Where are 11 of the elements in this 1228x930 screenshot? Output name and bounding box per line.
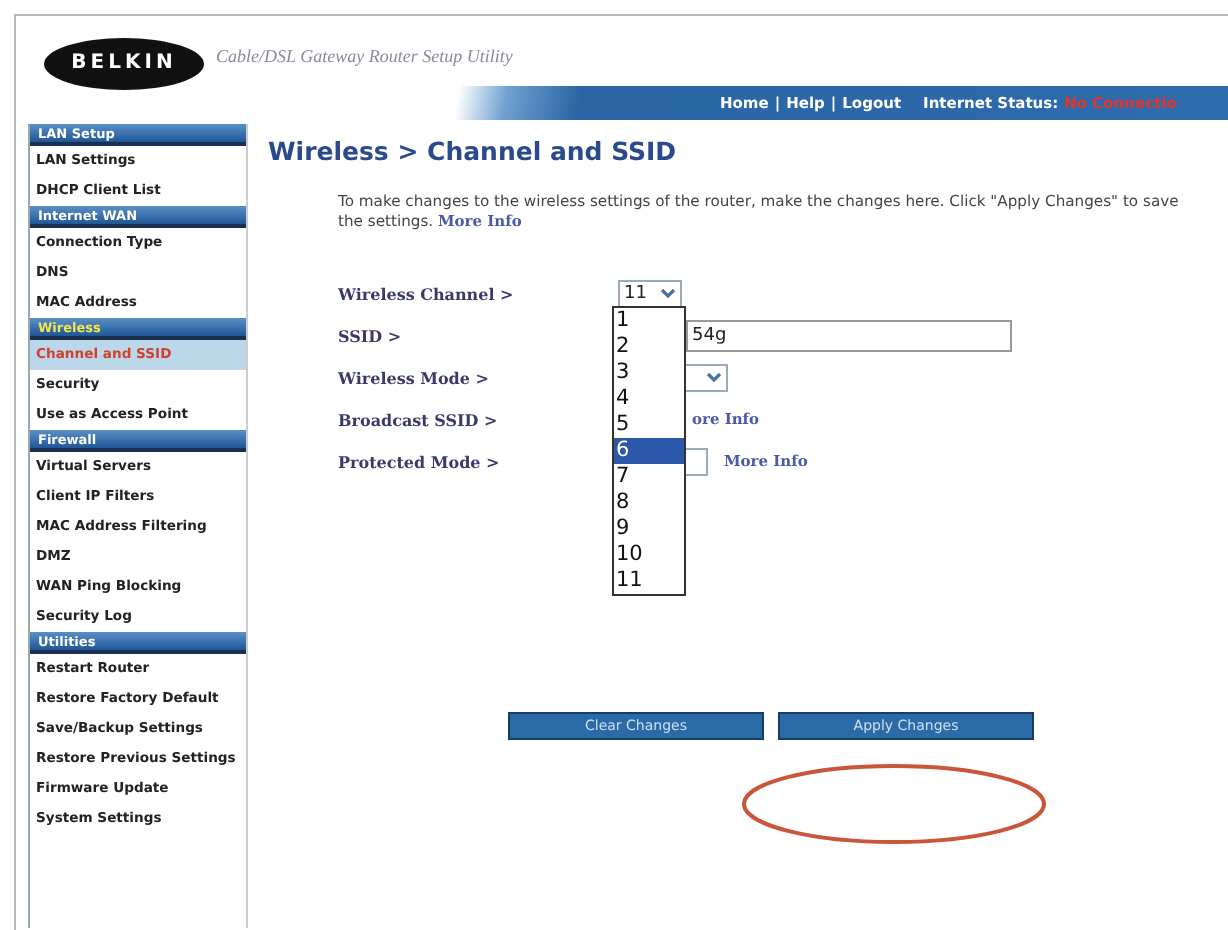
ssid-field[interactable]: 54g: [686, 319, 1012, 351]
logo: BELKIN: [44, 37, 204, 89]
dropdown[interactable]: 11: [618, 279, 682, 307]
dropdown-option[interactable]: 6: [614, 438, 684, 464]
field-label: Wireless Channel >: [338, 283, 516, 303]
field-label: Broadcast SSID >: [338, 409, 500, 429]
page-title: Wireless > Channel and SSID: [268, 136, 679, 166]
product-name: Cable/DSL Gateway Router Setup Utility: [216, 45, 513, 65]
field-label: Wireless Mode >: [338, 367, 491, 387]
field-label: SSID >: [338, 325, 404, 345]
field-label: Protected Mode >: [338, 451, 502, 471]
